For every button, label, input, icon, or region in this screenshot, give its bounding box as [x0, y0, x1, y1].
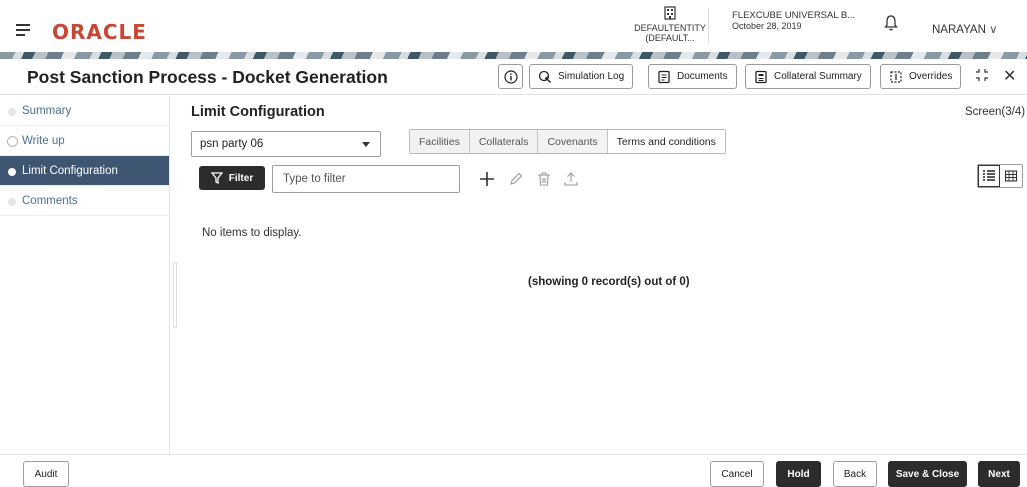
- documents-label: Documents: [677, 71, 728, 82]
- view-toggle: [977, 164, 1023, 188]
- user-menu[interactable]: NARAYAN ∨: [932, 22, 998, 36]
- next-button[interactable]: Next: [978, 461, 1020, 487]
- tab-terms-and-conditions[interactable]: Terms and conditions: [607, 130, 725, 153]
- sidebar-item-summary[interactable]: Summary: [0, 96, 169, 126]
- header-divider: [708, 8, 709, 44]
- hold-button[interactable]: Hold: [776, 461, 821, 487]
- bell-icon[interactable]: [883, 14, 899, 32]
- limit-tabs: Facilities Collaterals Covenants Terms a…: [409, 129, 726, 154]
- collateral-summary-button[interactable]: Collateral Summary: [745, 64, 871, 89]
- expand-icon[interactable]: [975, 68, 989, 82]
- chevron-down-icon: ∨: [989, 24, 998, 36]
- overrides-button[interactable]: Overrides: [880, 64, 962, 89]
- empty-message: No items to display.: [202, 227, 302, 239]
- record-count: (showing 0 record(s) out of 0): [528, 276, 690, 288]
- delete-icon[interactable]: [535, 170, 553, 188]
- sidebar-item-label: Limit Configuration: [22, 164, 118, 177]
- sidebar-item-label: Comments: [22, 194, 78, 207]
- filter-button[interactable]: Filter: [199, 166, 265, 190]
- branch-selector[interactable]: FLEXCUBE UNIVERSAL B... October 28, 2019: [732, 10, 855, 32]
- simulation-log-label: Simulation Log: [558, 71, 625, 82]
- collateral-icon: [755, 70, 767, 83]
- branch-date: October 28, 2019: [732, 21, 802, 31]
- section-title: Limit Configuration: [191, 104, 325, 120]
- audit-button[interactable]: Audit: [23, 461, 69, 487]
- sidebar-item-label: Write up: [22, 134, 65, 147]
- sidebar-item-limit-configuration[interactable]: Limit Configuration: [0, 156, 169, 186]
- menu-icon[interactable]: [16, 24, 30, 39]
- filter-label: Filter: [228, 172, 254, 184]
- panel-splitter[interactable]: [173, 262, 177, 328]
- simulation-log-button[interactable]: Simulation Log: [529, 64, 634, 89]
- sidebar-item-write-up[interactable]: Write up: [0, 126, 169, 156]
- back-button[interactable]: Back: [833, 461, 877, 487]
- add-icon[interactable]: [478, 170, 496, 188]
- documents-icon: [658, 70, 670, 83]
- check-circle-icon: [7, 136, 18, 147]
- sidebar-item-comments[interactable]: Comments: [0, 186, 169, 216]
- step-dot-icon: [8, 198, 16, 206]
- edit-icon[interactable]: [507, 170, 525, 188]
- footer-bar: Audit Cancel Hold Back Save & Close Next: [0, 454, 1027, 487]
- filter-input[interactable]: [272, 165, 460, 193]
- user-name: NARAYAN: [932, 24, 986, 36]
- cancel-button[interactable]: Cancel: [710, 461, 764, 487]
- oracle-logo: ORACLE: [52, 20, 147, 44]
- close-icon[interactable]: ✕: [1003, 66, 1016, 86]
- info-icon: [503, 69, 518, 84]
- party-select[interactable]: psn party 06: [191, 131, 381, 157]
- upload-icon[interactable]: [562, 170, 580, 188]
- funnel-icon: [210, 172, 223, 184]
- header-banner: [0, 52, 1027, 59]
- screen-indicator: Screen(3/4): [965, 106, 1026, 118]
- caret-down-icon: [362, 142, 370, 147]
- entity-selector[interactable]: DEFAULTENTITY (DEFAULT...: [620, 6, 720, 43]
- tab-facilities[interactable]: Facilities: [410, 130, 470, 153]
- sidebar-item-label: Summary: [22, 104, 72, 117]
- list-view-icon[interactable]: [978, 165, 1000, 187]
- collateral-summary-label: Collateral Summary: [774, 71, 862, 82]
- step-dot-icon: [8, 168, 16, 176]
- documents-button[interactable]: Documents: [648, 64, 737, 89]
- tab-collaterals[interactable]: Collaterals: [469, 130, 539, 153]
- party-select-value: psn party 06: [200, 138, 264, 150]
- overrides-label: Overrides: [909, 71, 953, 82]
- overrides-icon: [890, 70, 902, 83]
- info-button[interactable]: [498, 64, 523, 89]
- step-dot-icon: [8, 108, 16, 116]
- app-header: ORACLE DEFAULTENTITY (DEFAULT... FLEXCUB…: [0, 0, 1027, 52]
- simulation-icon: [538, 70, 552, 83]
- table-view-icon[interactable]: [1000, 165, 1022, 187]
- tab-covenants[interactable]: Covenants: [538, 130, 608, 153]
- entity-label: DEFAULTENTITY (DEFAULT...: [634, 23, 706, 43]
- page-title: Post Sanction Process - Docket Generatio…: [27, 67, 388, 87]
- building-icon: [664, 6, 676, 20]
- save-close-button[interactable]: Save & Close: [888, 461, 967, 487]
- branch-name: FLEXCUBE UNIVERSAL B...: [732, 10, 856, 21]
- process-titlebar: Post Sanction Process - Docket Generatio…: [0, 59, 1027, 95]
- sidebar: Summary Write up Limit Configuration Com…: [0, 96, 170, 454]
